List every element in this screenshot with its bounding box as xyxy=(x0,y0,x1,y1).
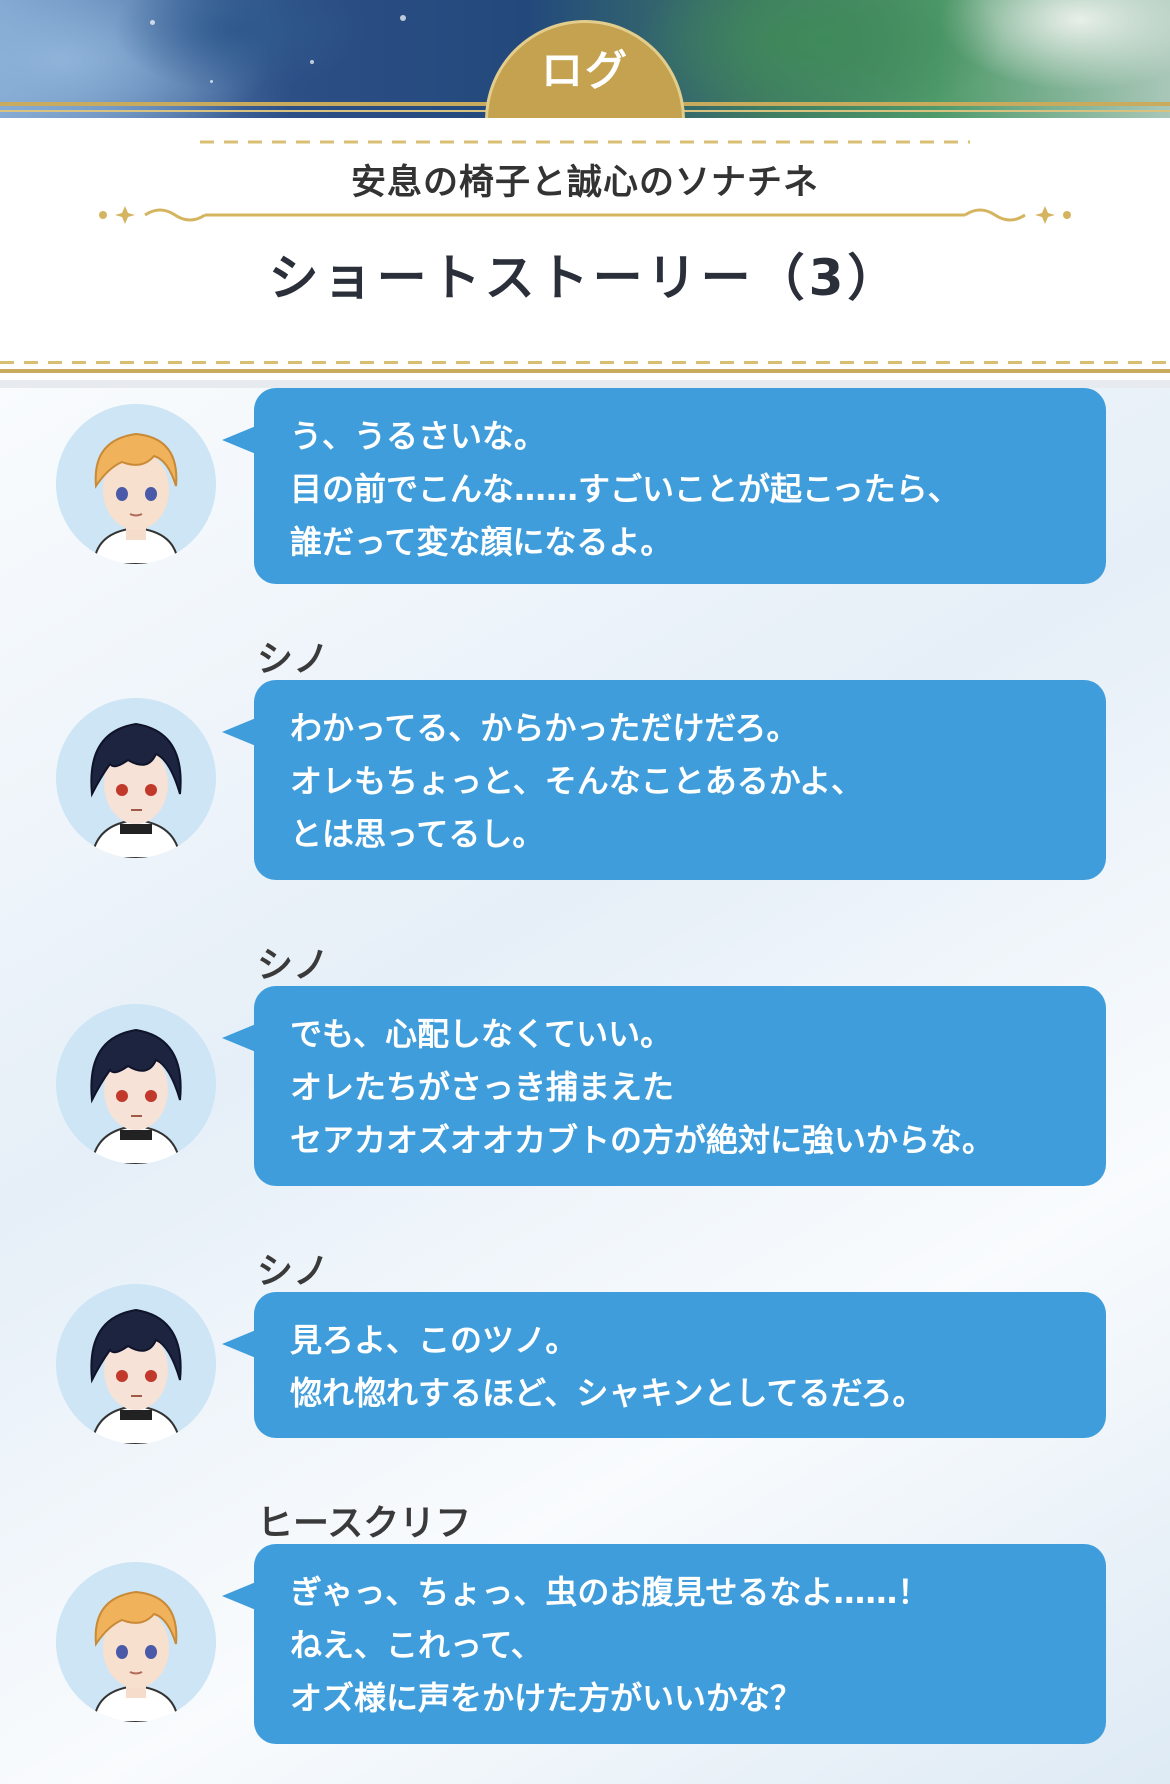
message-line: でも、心配しなくていい。 xyxy=(290,1015,673,1053)
sparkle-dot xyxy=(150,20,155,25)
ornament-divider xyxy=(99,206,1071,224)
message-line: オズ様に声をかけた方がいいかな？ xyxy=(290,1679,803,1717)
blonde-boy-avatar xyxy=(56,1562,216,1722)
sparkle-dot xyxy=(210,80,213,83)
sparkle-dot xyxy=(400,15,406,21)
dark-hair-boy-avatar xyxy=(56,1004,216,1164)
message-line: う、うるさいな。 xyxy=(290,417,547,455)
story-title: ショートストーリー（3） xyxy=(268,249,902,307)
message-line: ぎゃっ、ちょっ、虫のお腹見せるなよ……！ xyxy=(290,1573,930,1611)
message-bubble: ぎゃっ、ちょっ、虫のお腹見せるなよ……！ ねえ、これって、 オズ様に声をかけた方… xyxy=(222,1544,1106,1744)
header-dashed-line xyxy=(200,140,970,144)
header-gold-line xyxy=(0,369,1170,373)
speaker-name: シノ xyxy=(257,945,330,986)
log-tab-label: ログ xyxy=(540,46,629,95)
message-line: 目の前でこんな……すごいことが起こったら、 xyxy=(290,470,960,508)
message-line: 惚れ惚れするほど、シャキンとしてるだろ。 xyxy=(290,1374,925,1412)
sparkle-dot xyxy=(310,60,314,64)
message-line: とは思ってるし。 xyxy=(290,815,545,853)
dark-hair-boy-avatar xyxy=(56,1284,216,1444)
speaker-name: シノ xyxy=(257,639,330,680)
story-header: 安息の椅子と誠心のソナチネ ショートストーリー（3） xyxy=(0,118,1170,388)
chat-log[interactable]: う、うるさいな。 目の前でこんな……すごいことが起こったら、 誰だって変な顔にな… xyxy=(0,388,1170,1784)
message-line: ねえ、これって、 xyxy=(290,1626,543,1664)
header-shadow xyxy=(0,380,1170,388)
message-line: わかってる、からかっただけだろ。 xyxy=(290,709,799,747)
message-bubble: でも、心配しなくていい。 オレたちがさっき捕まえた セアカオズオオカブトの方が絶… xyxy=(222,986,1106,1186)
dark-hair-boy-avatar xyxy=(56,698,216,858)
header-dashed-line xyxy=(0,361,1170,364)
message-line: オレたちがさっき捕まえた xyxy=(290,1068,675,1106)
top-banner: ログ xyxy=(0,0,1170,118)
message-bubble: 見ろよ、このツノ。 惚れ惚れするほど、シャキンとしてるだろ。 xyxy=(222,1292,1106,1438)
message-line: セアカオズオオカブトの方が絶対に強いからな。 xyxy=(290,1121,995,1159)
message-line: オレもちょっと、そんなことあるかよ、 xyxy=(290,762,864,800)
message-line: 見ろよ、このツノ。 xyxy=(290,1321,578,1359)
message-bubble: う、うるさいな。 目の前でこんな……すごいことが起こったら、 誰だって変な顔にな… xyxy=(222,388,1106,584)
message-bubble: わかってる、からかっただけだろ。 オレもちょっと、そんなことあるかよ、 とは思っ… xyxy=(222,680,1106,880)
blonde-boy-avatar xyxy=(56,404,216,564)
story-subtitle: 安息の椅子と誠心のソナチネ xyxy=(350,163,819,203)
speaker-name: ヒースクリフ xyxy=(257,1503,472,1544)
speaker-name: シノ xyxy=(257,1251,330,1292)
log-tab: ログ xyxy=(485,20,685,118)
message-line: 誰だって変な顔になるよ。 xyxy=(290,523,673,561)
